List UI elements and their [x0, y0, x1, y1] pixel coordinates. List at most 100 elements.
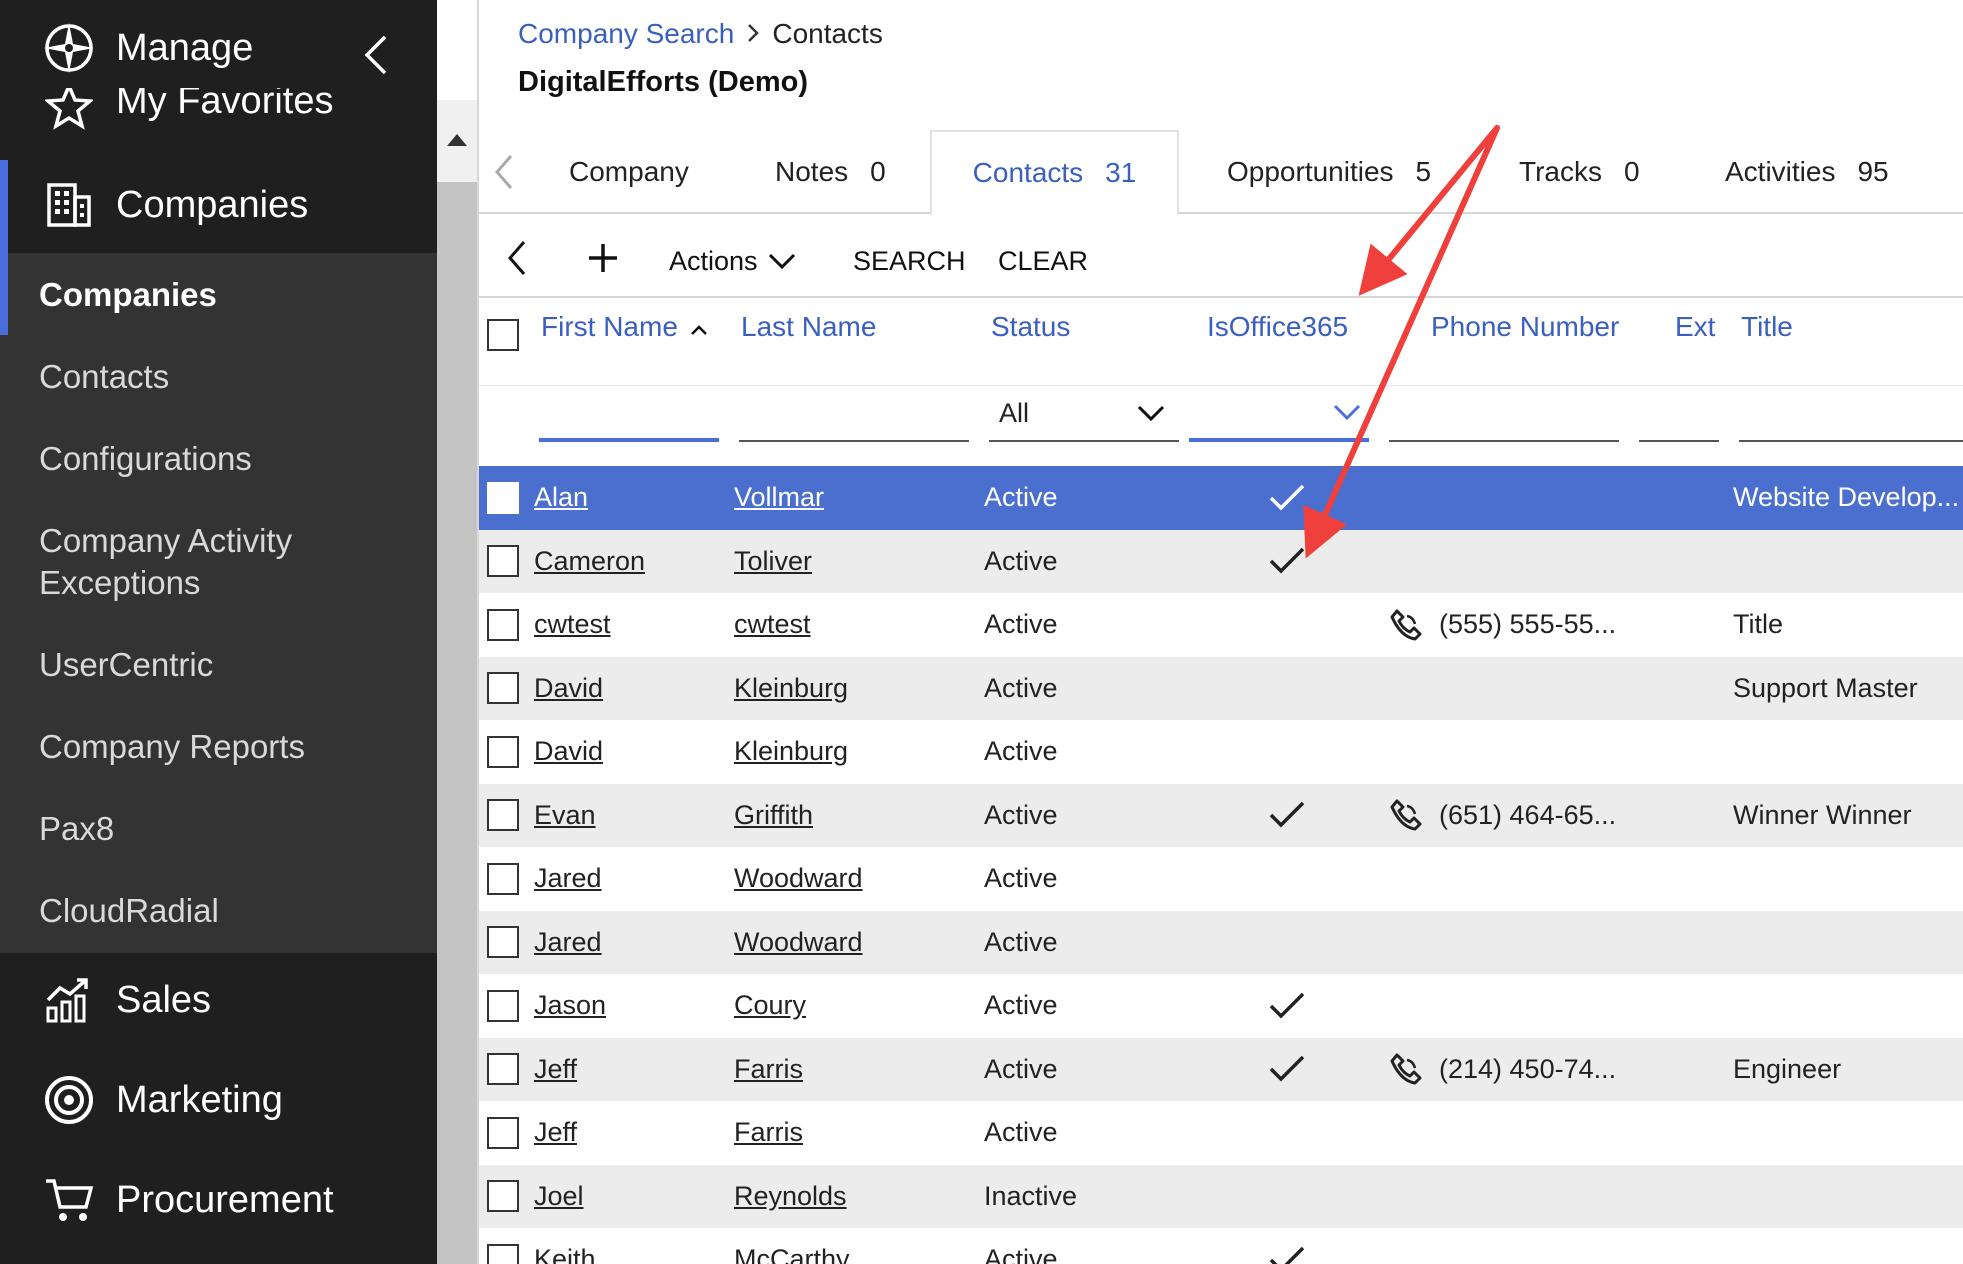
row-checkbox[interactable] — [487, 1228, 519, 1264]
row-checkbox[interactable] — [487, 911, 519, 974]
sidebar-subitem-cloudradial[interactable]: CloudRadial — [39, 890, 429, 932]
checkbox[interactable] — [487, 989, 519, 1022]
checkbox[interactable] — [487, 608, 519, 641]
row-checkbox[interactable] — [487, 466, 519, 529]
back-button[interactable] — [507, 226, 527, 296]
table-row[interactable]: Jason Coury Active — [479, 974, 1963, 1038]
row-checkbox[interactable] — [487, 1101, 519, 1164]
first-name-link[interactable]: Keith — [534, 1228, 596, 1264]
column-header-phone-number[interactable]: Phone Number — [1431, 302, 1619, 352]
first-name-link[interactable]: Jason — [534, 974, 606, 1037]
table-row[interactable]: Jared Woodward Active — [479, 910, 1963, 974]
checkbox[interactable] — [487, 735, 519, 768]
column-header-isoffice365[interactable]: IsOffice365 — [1207, 302, 1348, 352]
phone-icon[interactable] — [1389, 608, 1423, 642]
actions-menu-button[interactable]: Actions — [669, 226, 796, 296]
first-name-link[interactable]: Joel — [534, 1165, 584, 1228]
first-name-link[interactable]: Jeff — [534, 1101, 577, 1164]
first-name-link[interactable]: Jeff — [534, 1038, 577, 1101]
tab-contacts[interactable]: Contacts 31 — [930, 130, 1179, 216]
isoffice365-filter-select[interactable] — [1189, 386, 1369, 442]
row-checkbox[interactable] — [487, 657, 519, 720]
last-name-link[interactable]: Kleinburg — [734, 657, 848, 720]
last-name-link[interactable]: cwtest — [734, 593, 811, 656]
status-filter-select[interactable]: All — [989, 386, 1179, 442]
last-name-link[interactable]: Vollmar — [734, 466, 824, 529]
checkbox[interactable] — [487, 926, 519, 958]
first-name-filter-input[interactable] — [539, 386, 719, 442]
collapse-sidebar-button[interactable] — [356, 30, 396, 80]
tab-company[interactable]: Company — [569, 130, 689, 214]
scrollbar-thumb[interactable] — [437, 182, 477, 1264]
first-name-link[interactable]: Jared — [534, 847, 602, 910]
row-checkbox[interactable] — [487, 1038, 519, 1101]
table-row[interactable]: David Kleinburg Active Support Master — [479, 656, 1963, 720]
first-name-link[interactable]: David — [534, 720, 603, 783]
table-row[interactable]: Cameron Toliver Active — [479, 529, 1963, 593]
clear-button[interactable]: CLEAR — [998, 226, 1088, 296]
last-name-link[interactable]: McCarthy — [734, 1228, 850, 1264]
row-checkbox[interactable] — [487, 974, 519, 1037]
checkbox[interactable] — [487, 862, 519, 895]
sidebar-subitem-pax8[interactable]: Pax8 — [39, 808, 429, 850]
table-row[interactable]: Evan Griffith Active (651) 464-65... Winner … — [479, 783, 1963, 847]
last-name-link[interactable]: Woodward — [734, 847, 863, 910]
sidebar-item-marketing[interactable]: Marketing — [0, 1060, 437, 1140]
last-name-link[interactable]: Toliver — [734, 530, 812, 593]
tab-activities[interactable]: Activities 95 — [1725, 130, 1889, 214]
sidebar-scrollbar[interactable] — [437, 100, 477, 1264]
row-checkbox[interactable] — [487, 593, 519, 656]
checkbox[interactable] — [487, 1116, 519, 1149]
column-header-status[interactable]: Status — [991, 302, 1070, 352]
last-name-link[interactable]: Farris — [734, 1101, 803, 1164]
column-header-ext[interactable]: Ext — [1675, 302, 1715, 352]
first-name-link[interactable]: Jared — [534, 911, 602, 974]
add-contact-button[interactable] — [587, 226, 619, 296]
table-row[interactable]: Jeff Farris Active — [479, 1101, 1963, 1165]
column-header-first-name[interactable]: First Name — [541, 302, 708, 352]
table-row[interactable]: Alan Vollmar Active Website Develop... — [479, 466, 1963, 530]
checkbox[interactable] — [487, 481, 519, 514]
sidebar-subitem-usercentric[interactable]: UserCentric — [39, 644, 429, 686]
sidebar-subitem-company-activity-exceptions[interactable]: Company Activity Exceptions — [39, 520, 339, 604]
ext-filter-input[interactable] — [1639, 386, 1719, 442]
first-name-link[interactable]: Evan — [534, 784, 596, 847]
first-name-link[interactable]: Cameron — [534, 530, 645, 593]
tab-scroll-left-button[interactable] — [489, 150, 519, 194]
table-row[interactable]: Joel Reynolds Inactive — [479, 1164, 1963, 1228]
tab-tracks[interactable]: Tracks 0 — [1519, 130, 1640, 214]
column-header-last-name[interactable]: Last Name — [741, 302, 876, 352]
last-name-link[interactable]: Reynolds — [734, 1165, 847, 1228]
checkbox[interactable] — [487, 1243, 519, 1264]
sidebar-item-companies[interactable]: Companies — [0, 160, 437, 336]
sidebar-subitem-configurations[interactable]: Configurations — [39, 438, 429, 480]
checkbox[interactable] — [487, 1180, 519, 1212]
last-name-link[interactable]: Woodward — [734, 911, 863, 974]
column-header-title[interactable]: Title — [1741, 302, 1793, 352]
checkbox[interactable] — [487, 799, 519, 831]
first-name-link[interactable]: Alan — [534, 466, 588, 529]
last-name-link[interactable]: Griffith — [734, 784, 813, 847]
checkbox[interactable] — [487, 672, 519, 704]
sidebar-item-sales[interactable]: Sales — [0, 960, 437, 1040]
phone-icon[interactable] — [1389, 798, 1423, 832]
row-checkbox[interactable] — [487, 784, 519, 847]
last-name-link[interactable]: Farris — [734, 1038, 803, 1101]
tab-notes[interactable]: Notes 0 — [775, 130, 886, 214]
checkbox[interactable] — [487, 319, 519, 351]
sidebar-subitem-contacts[interactable]: Contacts — [39, 356, 429, 398]
first-name-link[interactable]: David — [534, 657, 603, 720]
sidebar-subitem-companies[interactable]: Companies — [39, 274, 429, 316]
table-row[interactable]: Keith McCarthy Active — [479, 1228, 1963, 1264]
scroll-up-button[interactable] — [437, 100, 477, 180]
sidebar-subitem-company-reports[interactable]: Company Reports — [39, 726, 429, 768]
last-name-link[interactable]: Kleinburg — [734, 720, 848, 783]
phone-icon[interactable] — [1389, 1052, 1423, 1086]
first-name-link[interactable]: cwtest — [534, 593, 611, 656]
table-row[interactable]: Jeff Farris Active (214) 450-74... Engineer — [479, 1037, 1963, 1101]
table-row[interactable]: David Kleinburg Active — [479, 720, 1963, 784]
search-button[interactable]: SEARCH — [853, 226, 966, 296]
row-checkbox[interactable] — [487, 847, 519, 910]
last-name-link[interactable]: Coury — [734, 974, 806, 1037]
phone-filter-input[interactable] — [1389, 386, 1619, 442]
